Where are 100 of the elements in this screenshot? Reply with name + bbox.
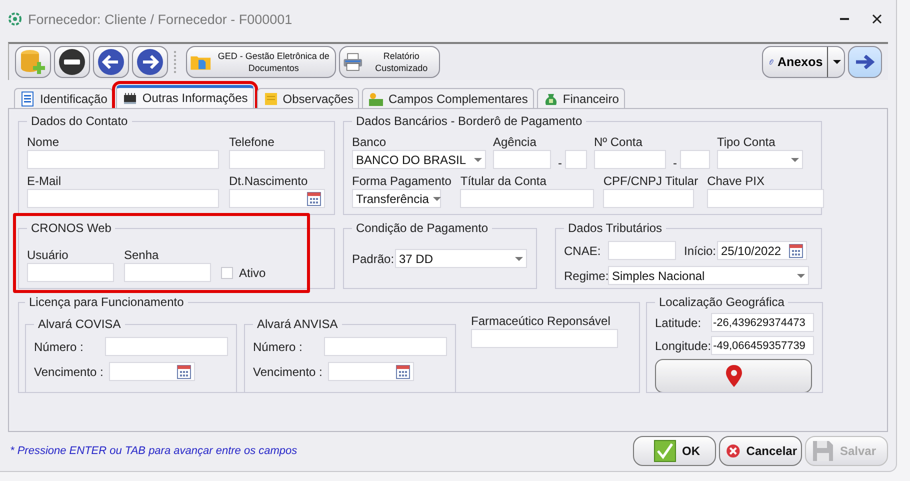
group-title: Dados Tributários — [567, 221, 664, 235]
field-label: Senha — [124, 247, 160, 263]
calendar-icon[interactable] — [789, 244, 803, 258]
dropdown-field[interactable]: BANCO DO BRASIL — [352, 150, 486, 169]
caret-icon — [791, 158, 799, 162]
field-label: Chave PIX — [707, 173, 766, 189]
calendar-icon[interactable] — [307, 192, 321, 206]
document-icon — [20, 90, 36, 106]
text-field[interactable]: -49,066459357739 — [711, 336, 814, 355]
field-label: Farmaceútico Reponsável — [471, 313, 612, 329]
field-label: Padrão: — [352, 252, 395, 266]
dialog-button[interactable]: Cancelar — [719, 436, 802, 466]
field-label: Regime: — [564, 268, 608, 282]
text-field[interactable] — [27, 189, 219, 208]
dropdown-field[interactable] — [717, 150, 803, 169]
field-label: Latitude: — [655, 316, 702, 330]
date-field[interactable]: 25/10/2022 — [717, 241, 807, 260]
text-field[interactable] — [124, 263, 211, 282]
caret-icon — [833, 60, 841, 64]
calendar-icon[interactable] — [396, 364, 410, 378]
group-title: Licença para Funcionamento — [28, 295, 185, 309]
field-label: CPF/CNPJ Titular — [603, 173, 698, 189]
tab[interactable]: Identificação — [14, 88, 114, 108]
text-field[interactable] — [493, 150, 551, 169]
toolbar-button[interactable]: GED - Gestão Eletrônica de Documentos — [186, 46, 336, 78]
checkbox[interactable] — [221, 267, 233, 279]
group-title: Alvará COVISA — [37, 317, 122, 331]
attachments-button[interactable]: Anexos — [762, 46, 845, 78]
text-field[interactable] — [603, 189, 694, 208]
calendar-icon[interactable] — [177, 364, 191, 378]
dropdown-field[interactable]: 37 DD — [395, 249, 527, 268]
field-label: Títular da Conta — [460, 173, 548, 189]
field-label: Telefone — [229, 134, 276, 150]
field-label: Início: — [684, 244, 717, 258]
group-title: Dados do Contato — [30, 114, 129, 128]
map-button[interactable] — [655, 359, 812, 392]
dialog-button[interactable]: OK — [633, 436, 716, 466]
field-label: Dt.Nascimento — [229, 173, 309, 189]
text-field[interactable]: -26,439629374473 — [711, 313, 814, 332]
field-label: CNAE: — [564, 244, 602, 258]
field-label: Longitude: — [655, 338, 712, 352]
field-label: Número : — [34, 340, 84, 354]
text-field[interactable] — [608, 241, 676, 260]
field-label: Forma Pagamento — [352, 173, 452, 189]
database-add-icon — [19, 48, 47, 76]
previous-button[interactable] — [93, 46, 129, 78]
dropdown-field[interactable]: Simples Nacional — [608, 266, 809, 285]
checkbox-label: Ativo — [239, 266, 266, 280]
date-field[interactable] — [229, 189, 325, 208]
text-field[interactable] — [460, 189, 594, 208]
note-icon — [262, 90, 279, 106]
field-label: Vencimento : — [34, 364, 104, 378]
text-field[interactable] — [229, 150, 325, 169]
group-title: Alvará ANVISA — [256, 317, 339, 331]
date-field[interactable] — [328, 362, 414, 381]
caret-icon — [515, 256, 523, 260]
group-title: CRONOS Web — [30, 221, 112, 235]
caret-icon — [797, 274, 805, 278]
text-field[interactable] — [324, 337, 447, 356]
toolbar-button[interactable]: Relatório Customizado — [339, 46, 440, 78]
right-arrow-icon — [855, 55, 875, 69]
text-field[interactable] — [27, 263, 114, 282]
group-title: Localização Geográfica — [658, 296, 786, 309]
text-field[interactable] — [707, 189, 824, 208]
text-field[interactable] — [105, 337, 228, 356]
text-field[interactable] — [27, 150, 219, 169]
date-field[interactable] — [109, 362, 195, 381]
caret-icon — [432, 196, 441, 200]
location-pin-icon — [724, 364, 742, 388]
text-field[interactable] — [680, 150, 710, 169]
minus-icon — [58, 48, 86, 76]
app-icon — [8, 12, 22, 26]
tab[interactable]: Financeiro — [536, 88, 625, 108]
text-field[interactable] — [471, 329, 618, 348]
group-title: Condição de Pagamento — [355, 221, 490, 235]
close-icon[interactable] — [872, 14, 882, 24]
text-field[interactable] — [565, 150, 587, 169]
field-label: Tipo Conta — [717, 134, 776, 150]
field-label: Banco — [352, 134, 388, 150]
field-label: Agência — [493, 134, 538, 150]
group-title: Dados Bancários - Borderô de Pagamento — [355, 114, 584, 128]
separator: - — [558, 157, 562, 169]
field-label: Nº Conta — [594, 134, 644, 150]
caret-icon — [474, 158, 482, 162]
tab[interactable]: Campos Complementares — [362, 88, 534, 108]
field-label: E-Mail — [27, 173, 62, 189]
hint-text: * Pressione ENTER ou TAB para avançar entre os campos — [9, 445, 298, 457]
tab[interactable]: Observações — [256, 88, 360, 108]
remove-button[interactable] — [54, 46, 90, 78]
forward-button[interactable] — [848, 46, 882, 78]
dropdown-field[interactable]: Transferência — [352, 189, 441, 208]
field-label: Nome — [27, 134, 60, 150]
field-label: Número : — [253, 340, 304, 354]
window-title: Fornecedor: Cliente / Fornecedor - F000001 — [28, 12, 292, 26]
field-label: Usuário — [27, 247, 70, 263]
next-button[interactable] — [132, 46, 168, 78]
field-label: Vencimento : — [253, 364, 324, 378]
text-field[interactable] — [594, 150, 666, 169]
separator: - — [673, 157, 677, 169]
chip-icon — [122, 90, 138, 106]
